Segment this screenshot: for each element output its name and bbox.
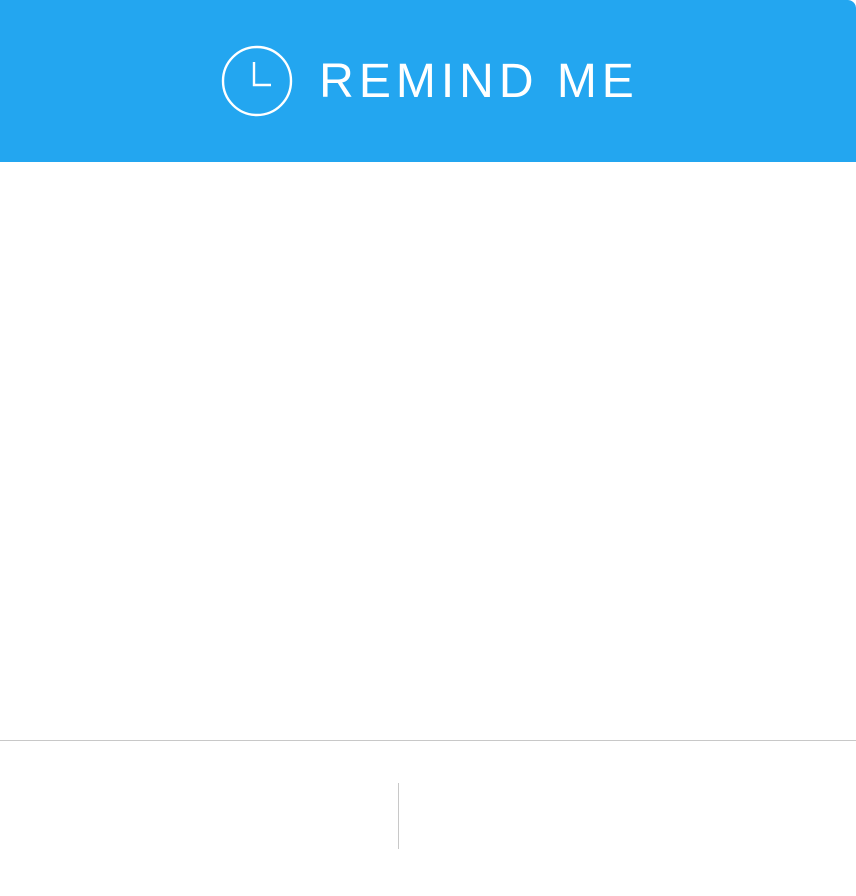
footer-right-button[interactable] bbox=[399, 741, 856, 896]
header-title-group: REMIND ME bbox=[221, 45, 639, 117]
dialog-header: REMIND ME bbox=[0, 0, 856, 162]
dialog-footer bbox=[0, 740, 856, 896]
remind-me-dialog: REMIND ME bbox=[0, 0, 856, 896]
dialog-content-area bbox=[0, 162, 856, 740]
clock-icon bbox=[221, 45, 293, 117]
dialog-title: REMIND ME bbox=[319, 55, 639, 108]
footer-left-button[interactable] bbox=[0, 741, 398, 896]
